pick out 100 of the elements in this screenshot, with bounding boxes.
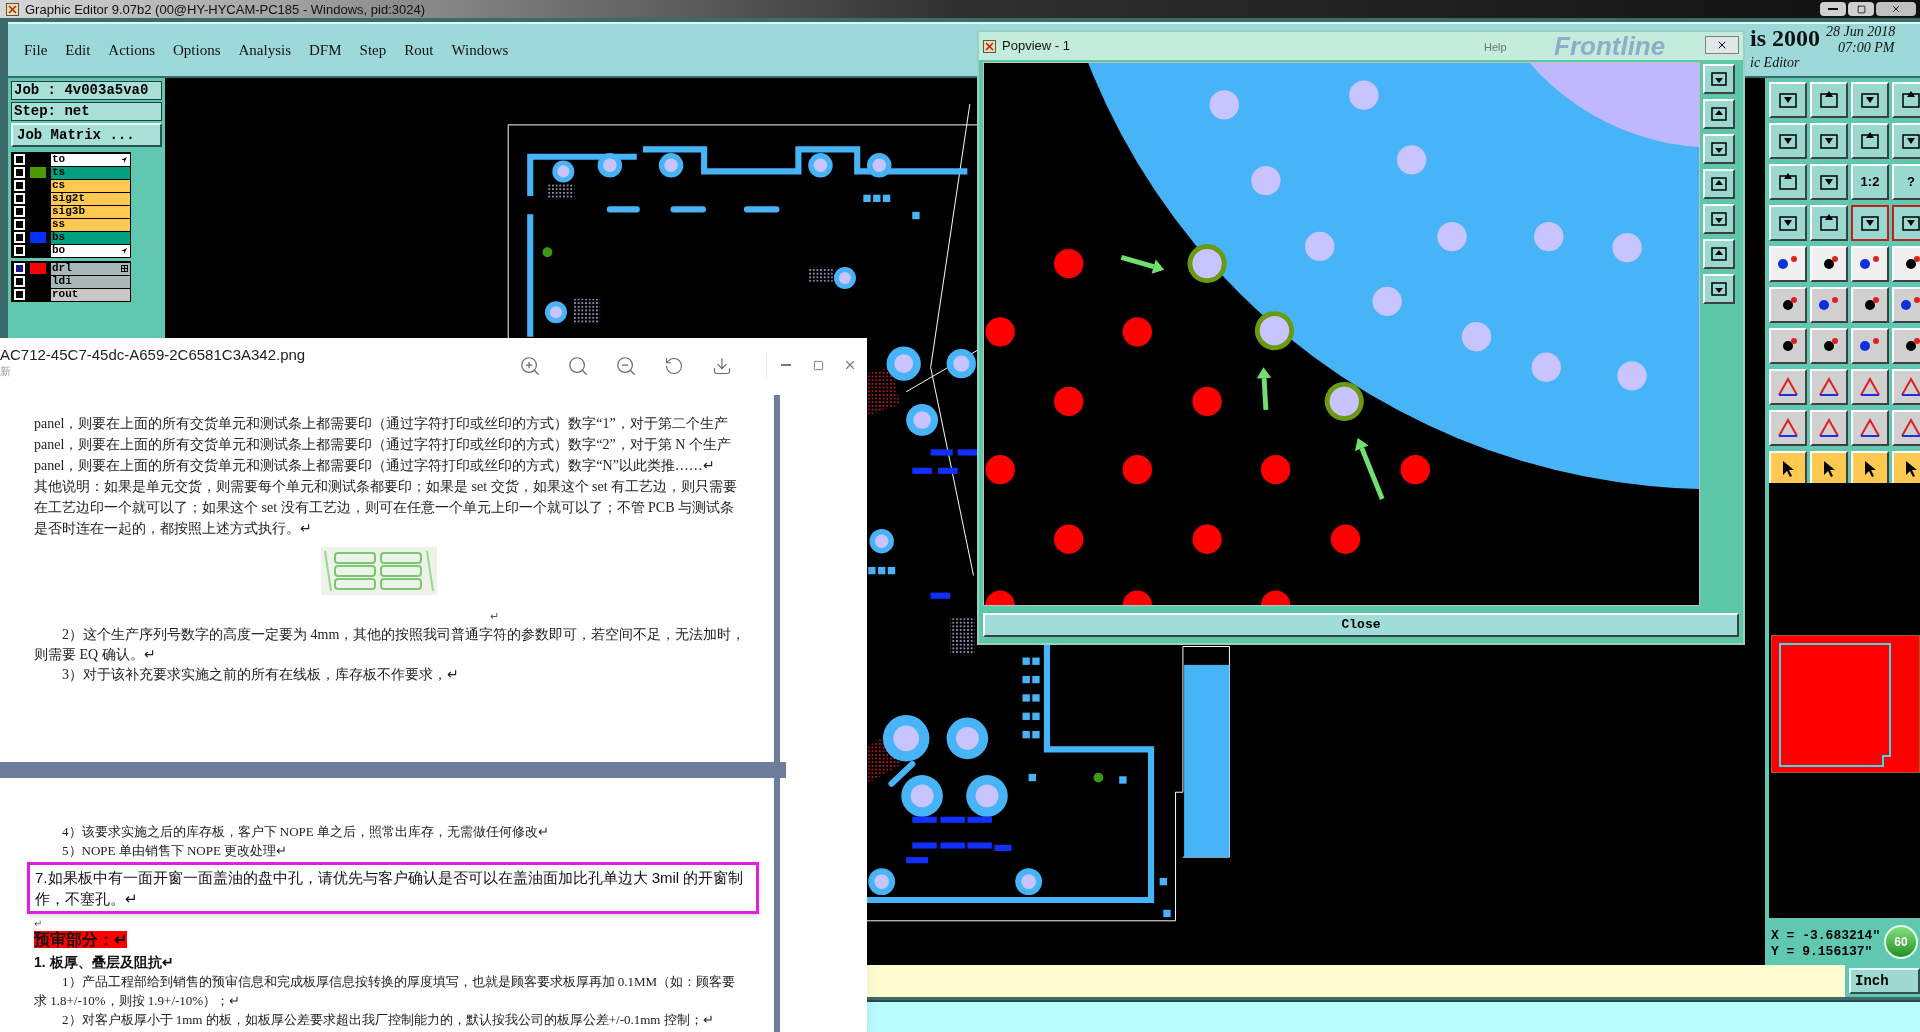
via-pad xyxy=(886,346,921,381)
y-coordinate: Y = 9.156137" xyxy=(1771,944,1874,960)
via-pad xyxy=(966,775,1008,817)
layer-checkbox[interactable] xyxy=(14,193,25,204)
status-badge: 60 xyxy=(1884,925,1918,959)
maximize-icon xyxy=(1856,4,1866,14)
section-heading: 预审部分：↵ xyxy=(34,931,127,948)
time-text: 07:00 PM xyxy=(1838,41,1895,55)
view-button[interactable] xyxy=(1703,204,1735,234)
magnifier-icon xyxy=(567,355,589,377)
frame-arrow-icon xyxy=(1858,130,1882,152)
layer-checkbox[interactable] xyxy=(14,206,25,217)
layer-row[interactable]: bo xyxy=(51,244,130,257)
outline-icon xyxy=(1778,642,1892,770)
menu-item[interactable]: Rout xyxy=(404,38,434,62)
tool-button[interactable] xyxy=(1851,205,1889,241)
file-subtitle: 新 xyxy=(0,364,12,378)
tool-button[interactable]: 1:2 xyxy=(1851,164,1889,200)
triangle-icon xyxy=(1858,376,1882,398)
frame-arrow-icon xyxy=(1899,89,1920,111)
layer-checkbox[interactable] xyxy=(14,276,25,287)
layer-checkbox[interactable] xyxy=(14,154,25,165)
file-name: AC712-45C7-45dc-A659-2C6581C3A342.png xyxy=(0,346,306,364)
menu-item[interactable]: Analysis xyxy=(238,38,292,62)
close-button[interactable] xyxy=(1876,2,1916,16)
product-name: is 2000 xyxy=(1750,26,1820,50)
triangle-icon xyxy=(1858,417,1882,439)
layer-row[interactable]: sig3b xyxy=(51,205,130,218)
menu-item[interactable]: DFM xyxy=(309,38,342,62)
view-button[interactable] xyxy=(1703,134,1735,164)
view-button[interactable] xyxy=(1703,239,1735,269)
close-icon xyxy=(1716,39,1728,51)
via-pad xyxy=(552,160,575,183)
layer-checkbox[interactable] xyxy=(14,167,25,178)
menu-item[interactable]: File xyxy=(24,38,48,62)
view-button[interactable] xyxy=(1703,169,1735,199)
document-paragraph: 1）产品工程部给到销售的预审信息和完成板厚信息按转换的厚度填写，也就是顾客要求板厚再加 0.1MM（如：顾客要求 1.8+/-10%，则按 1.9+/-10%）；↵ xyxy=(34,973,737,1010)
via-pad xyxy=(1015,868,1043,896)
help-menu[interactable]: Help xyxy=(1484,39,1507,56)
close-dialog-button[interactable]: Close xyxy=(983,613,1739,637)
view-button[interactable] xyxy=(1703,99,1735,129)
view-button[interactable] xyxy=(1703,274,1735,304)
via-pad xyxy=(544,301,567,324)
zoom-in-icon xyxy=(519,355,541,377)
maximize-icon xyxy=(812,359,824,371)
layer-row[interactable]: ts xyxy=(51,166,130,179)
layer-row[interactable]: drl xyxy=(51,262,130,275)
menu-item[interactable]: Options xyxy=(173,38,221,62)
triangle-icon xyxy=(1899,376,1920,398)
layer-row[interactable]: to xyxy=(51,153,130,166)
layer-row[interactable]: ss xyxy=(51,218,130,231)
layer-checkbox[interactable] xyxy=(14,219,25,230)
layer-row[interactable]: sig2t xyxy=(51,192,130,205)
via-pad xyxy=(658,153,684,178)
subtitle-text: ic Editor xyxy=(1750,56,1800,70)
triangle-icon xyxy=(1817,376,1841,398)
frame-arrow-icon xyxy=(1817,89,1841,111)
overview-map[interactable] xyxy=(1769,483,1920,918)
layer-row[interactable]: ldi xyxy=(51,275,130,288)
frame-arrow-icon xyxy=(1776,171,1800,193)
via-pad xyxy=(597,153,623,178)
job-matrix-button[interactable]: Job Matrix ... xyxy=(11,123,162,147)
close-icon xyxy=(1891,4,1901,14)
step-label: Step: net xyxy=(11,102,162,121)
paragraph-mark: ↵ xyxy=(34,918,42,929)
document-paragraph: 5）NOPE 单由销售下 NOPE 更改处理↵ xyxy=(61,842,289,860)
menu-item[interactable]: Windows xyxy=(451,38,509,62)
date-text: 28 Jun 2018 xyxy=(1826,25,1896,39)
subsection-heading: 1. 板厚、叠层及阻抗↵ xyxy=(34,953,175,972)
via-pad xyxy=(833,266,856,289)
rotate-icon xyxy=(664,356,684,376)
document-paragraph: 7.如果板中有一面开窗一面盖油的盘中孔，请优先与客户确认是否可以在盖油面加比孔单边大 3mil 的开窗制作，不塞孔。↵ xyxy=(35,868,745,909)
document-paragraph: 其他说明：如果是单元交货，则需要每个单元和测试条都要印；如果是 set 交货，如果这个 set 有工艺边，则只需要在工艺边印一个就可以了；如果这个 set 没有工艺边，则可在任意一个单元上印一个就可以了；不管 PCB 与测试条是否时连在一起的，都按照上述方式执行。↵ xyxy=(34,478,739,538)
units-button[interactable]: Inch xyxy=(1849,968,1920,994)
via-pad xyxy=(946,717,989,760)
job-label: Job : 4v003a5va0 xyxy=(11,81,162,100)
menu-item[interactable]: Edit xyxy=(65,38,91,62)
via-pad xyxy=(867,153,892,178)
document-paragraph: panel，则要在上面的所有交货单元和测试条上都需要印（通过字符打印或丝印的方式）数字“1”，对于第二个生产panel，则要在上面的所有交货单元和测试条上都需要印（通过字符打印或丝印的方式）数字“2”，对于第 N 个生产 panel，则要在上面的所有交货单元和测试条上都需要印（通过字符打印或丝印的方式）数字“N”以此类推……↵ xyxy=(34,415,732,475)
via-pad xyxy=(808,153,833,178)
triangle-icon xyxy=(1776,376,1800,398)
layer-row[interactable]: cs xyxy=(51,179,130,192)
layer-checkbox[interactable] xyxy=(14,180,25,191)
tool-button[interactable] xyxy=(1892,205,1920,241)
menu-item[interactable]: Step xyxy=(359,38,387,62)
layer-checkbox[interactable] xyxy=(14,263,25,274)
menu-item[interactable]: Actions xyxy=(108,38,155,62)
layer-checkbox[interactable] xyxy=(14,232,25,243)
tool-button[interactable]: ? xyxy=(1892,164,1920,200)
view-button[interactable] xyxy=(1703,64,1735,94)
via-pad xyxy=(946,348,976,379)
layer-row[interactable]: rout xyxy=(51,288,130,301)
layer-row[interactable]: bs xyxy=(51,231,130,244)
minimize-button[interactable] xyxy=(1820,2,1846,16)
document-paragraph: 3）对于该补充要求实施之前的所有在线板，库存板不作要求，↵ xyxy=(61,666,460,684)
triangle-icon xyxy=(1817,417,1841,439)
layer-checkbox[interactable] xyxy=(14,245,25,256)
zoom-out-icon xyxy=(615,355,637,377)
maximize-button[interactable] xyxy=(1848,2,1874,16)
layer-checkbox[interactable] xyxy=(14,289,25,300)
